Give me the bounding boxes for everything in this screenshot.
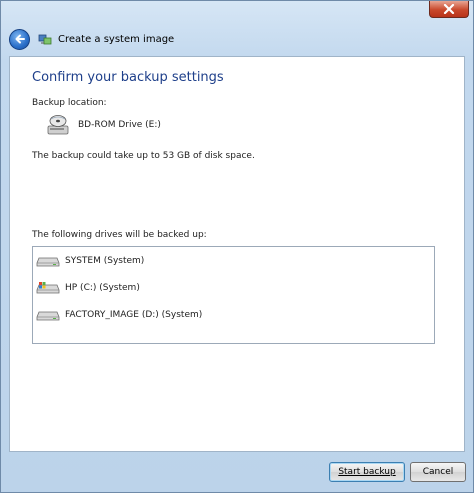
content-panel: Confirm your backup settings Backup loca…	[9, 56, 465, 452]
drive-name: FACTORY_IMAGE (D:) (System)	[65, 310, 203, 320]
window-title: Create a system image	[58, 33, 175, 45]
windows-drive-icon	[36, 282, 60, 294]
drive-name: SYSTEM (System)	[65, 256, 145, 266]
title-bar: Create a system image	[7, 25, 467, 53]
cancel-button[interactable]: Cancel	[410, 462, 466, 482]
drives-list-label: The following drives will be backed up:	[32, 230, 207, 240]
backup-location: BD-ROM Drive (E:)	[46, 113, 161, 137]
back-arrow-icon	[15, 34, 25, 44]
close-button[interactable]	[429, 1, 469, 18]
system-image-icon	[38, 34, 52, 45]
list-item: HP (C:) (System)	[36, 279, 140, 297]
optical-drive-icon	[47, 115, 69, 135]
close-icon	[443, 4, 455, 14]
dialog-window: Create a system image Confirm your backu…	[0, 0, 474, 493]
drive-name: HP (C:) (System)	[65, 283, 140, 293]
dialog-footer: Start backup Cancel	[1, 452, 473, 492]
backup-location-name: BD-ROM Drive (E:)	[78, 120, 161, 130]
hard-drive-icon	[36, 311, 60, 321]
start-backup-label: Start backup	[338, 467, 396, 477]
page-heading: Confirm your backup settings	[32, 70, 224, 85]
hard-drive-icon	[36, 257, 60, 267]
backup-size-text: The backup could take up to 53 GB of dis…	[32, 151, 255, 161]
backup-location-label: Backup location:	[32, 98, 107, 108]
list-item: FACTORY_IMAGE (D:) (System)	[36, 306, 202, 324]
drives-list[interactable]: SYSTEM (System) HP (C:) (System) FACTORY…	[32, 246, 435, 344]
list-item: SYSTEM (System)	[36, 252, 144, 270]
start-backup-button[interactable]: Start backup	[329, 462, 405, 482]
back-button[interactable]	[9, 28, 30, 50]
